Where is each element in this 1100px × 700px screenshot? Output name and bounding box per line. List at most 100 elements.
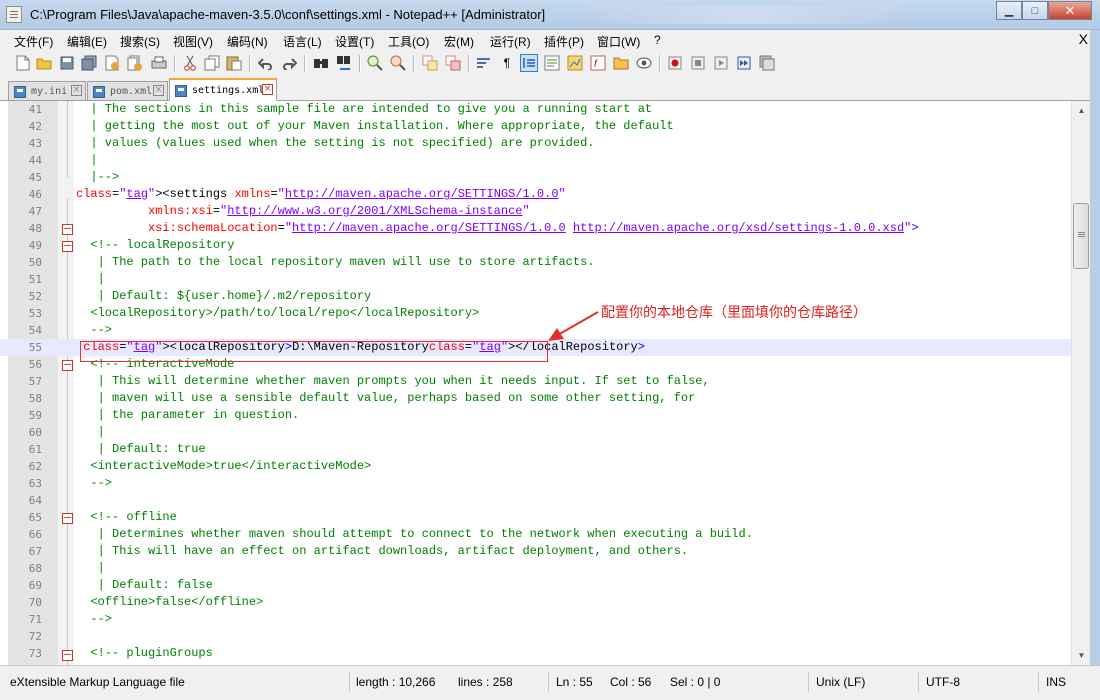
code-line[interactable]: 51 | [0, 271, 1071, 288]
code-line[interactable]: 45 |--> [0, 169, 1071, 186]
menu-window[interactable]: 窗口(W) [597, 33, 640, 50]
replace-icon[interactable] [335, 54, 353, 72]
sync-horizontal-icon[interactable] [444, 54, 462, 72]
code-line[interactable]: 41 | The sections in this sample file ar… [0, 101, 1071, 118]
play-macro-icon[interactable] [712, 54, 730, 72]
code-line[interactable]: 73 <!-- pluginGroups [0, 645, 1071, 662]
fold-toggle-icon[interactable]: − [62, 512, 73, 524]
tab-close-icon[interactable]: × [262, 84, 273, 95]
code-line[interactable]: 70 <offline>false</offline> [0, 594, 1071, 611]
function-list-icon[interactable]: f [589, 54, 607, 72]
close-window-button[interactable]: ✕ [1048, 1, 1092, 20]
new-file-icon[interactable] [14, 54, 32, 72]
scroll-down-icon[interactable]: ▼ [1074, 648, 1089, 663]
undo-icon[interactable] [257, 54, 275, 72]
code-line[interactable]: 71 --> [0, 611, 1071, 628]
cut-icon[interactable] [181, 54, 199, 72]
maximize-button[interactable]: □ [1022, 1, 1048, 20]
copy-icon[interactable] [203, 54, 221, 72]
code-line[interactable]: 61 | Default: true [0, 441, 1071, 458]
user-language-icon[interactable] [543, 54, 561, 72]
code-text: | Default: ${user.home}/.m2/repository [76, 289, 372, 303]
code-text: | getting the most out of your Maven ins… [76, 119, 674, 133]
code-line[interactable]: 42 | getting the most out of your Maven … [0, 118, 1071, 135]
scrollbar-thumb[interactable] [1073, 203, 1089, 269]
sync-vertical-icon[interactable] [421, 54, 439, 72]
status-divider [918, 672, 919, 692]
stop-record-icon[interactable] [689, 54, 707, 72]
line-number: 56 [28, 358, 42, 371]
code-text: | [76, 425, 105, 439]
close-icon[interactable] [103, 54, 121, 72]
menu-file[interactable]: 文件(F) [14, 33, 53, 50]
code-line[interactable]: 58 | maven will use a sensible default v… [0, 390, 1071, 407]
code-line[interactable]: 65 <!-- offline [0, 509, 1071, 526]
minimize-button[interactable]: ▁ [996, 1, 1022, 20]
code-line[interactable]: 72 [0, 628, 1071, 645]
scroll-up-icon[interactable]: ▲ [1074, 103, 1089, 118]
paste-icon[interactable] [225, 54, 243, 72]
code-line[interactable]: 50 | The path to the local repository ma… [0, 254, 1071, 271]
fold-toggle-icon[interactable]: − [62, 359, 73, 371]
fold-toggle-icon[interactable]: − [62, 240, 73, 252]
menu-tools[interactable]: 工具(O) [388, 33, 429, 50]
code-line[interactable]: 43 | values (values used when the settin… [0, 135, 1071, 152]
redo-icon[interactable] [280, 54, 298, 72]
close-document-button[interactable]: X [1079, 31, 1088, 47]
menu-language[interactable]: 语言(L) [283, 33, 322, 50]
code-line[interactable]: 67 | This will have an effect on artifac… [0, 543, 1071, 560]
menu-help[interactable]: ? [654, 33, 661, 47]
vertical-scrollbar[interactable]: ▲ ▼ [1071, 101, 1090, 665]
save-macro-icon[interactable] [758, 54, 776, 72]
code-line[interactable]: 48 xsi:schemaLocation="http://maven.apac… [0, 220, 1071, 237]
tab-pom-xml[interactable]: pom.xml × [87, 81, 168, 101]
code-line[interactable]: 53 <localRepository>/path/to/local/repo<… [0, 305, 1071, 322]
text-editor[interactable]: 41 | The sections in this sample file ar… [0, 101, 1071, 665]
code-line[interactable]: 62 <interactiveMode>true</interactiveMod… [0, 458, 1071, 475]
code-line[interactable]: 54 --> [0, 322, 1071, 339]
show-all-characters-icon[interactable]: ¶ [498, 54, 516, 72]
zoom-out-icon[interactable] [389, 54, 407, 72]
menu-settings[interactable]: 设置(T) [335, 33, 374, 50]
code-line[interactable]: 60 | [0, 424, 1071, 441]
menu-edit[interactable]: 编辑(E) [67, 33, 107, 50]
code-line[interactable]: 44 | [0, 152, 1071, 169]
fold-toggle-icon[interactable]: − [62, 649, 73, 661]
menu-run[interactable]: 运行(R) [490, 33, 531, 50]
menu-view[interactable]: 视图(V) [173, 33, 213, 50]
save-all-icon[interactable] [80, 54, 98, 72]
code-line[interactable]: 69 | Default: false [0, 577, 1071, 594]
menu-plugins[interactable]: 插件(P) [544, 33, 584, 50]
code-line[interactable]: 57 | This will determine whether maven p… [0, 373, 1071, 390]
folder-as-workspace-icon[interactable] [612, 54, 630, 72]
monitoring-icon[interactable] [635, 54, 653, 72]
find-icon[interactable] [312, 54, 330, 72]
code-line[interactable]: 49 <!-- localRepository [0, 237, 1071, 254]
menu-search[interactable]: 搜索(S) [120, 33, 160, 50]
indent-guide-icon[interactable] [520, 54, 538, 72]
tab-close-icon[interactable]: × [153, 85, 164, 96]
fold-toggle-icon[interactable]: − [62, 223, 73, 235]
document-map-icon[interactable] [566, 54, 584, 72]
tab-my-ini[interactable]: my.ini × [8, 81, 86, 101]
code-line[interactable]: 68 | [0, 560, 1071, 577]
tab-settings-xml[interactable]: settings.xml × [169, 78, 277, 101]
code-line[interactable]: 66 | Determines whether maven should att… [0, 526, 1071, 543]
open-file-icon[interactable] [35, 54, 53, 72]
tab-close-icon[interactable]: × [71, 85, 82, 96]
zoom-in-icon[interactable] [366, 54, 384, 72]
code-line[interactable]: 46 class="tag"><settings xmlns="http://ma… [0, 186, 1071, 203]
word-wrap-icon[interactable] [475, 54, 493, 72]
save-icon[interactable] [58, 54, 76, 72]
code-line[interactable]: 64 [0, 492, 1071, 509]
print-icon[interactable] [150, 54, 168, 72]
run-macro-multiple-icon[interactable] [735, 54, 753, 72]
code-line[interactable]: 59 | the parameter in question. [0, 407, 1071, 424]
menu-macro[interactable]: 宏(M) [444, 33, 474, 50]
close-all-icon[interactable] [126, 54, 144, 72]
record-macro-icon[interactable] [666, 54, 684, 72]
menu-encoding[interactable]: 编码(N) [227, 33, 268, 50]
code-line[interactable]: 47 xmlns:xsi="http://www.w3.org/2001/XML… [0, 203, 1071, 220]
code-line[interactable]: 63 --> [0, 475, 1071, 492]
code-line[interactable]: 52 | Default: ${user.home}/.m2/repositor… [0, 288, 1071, 305]
